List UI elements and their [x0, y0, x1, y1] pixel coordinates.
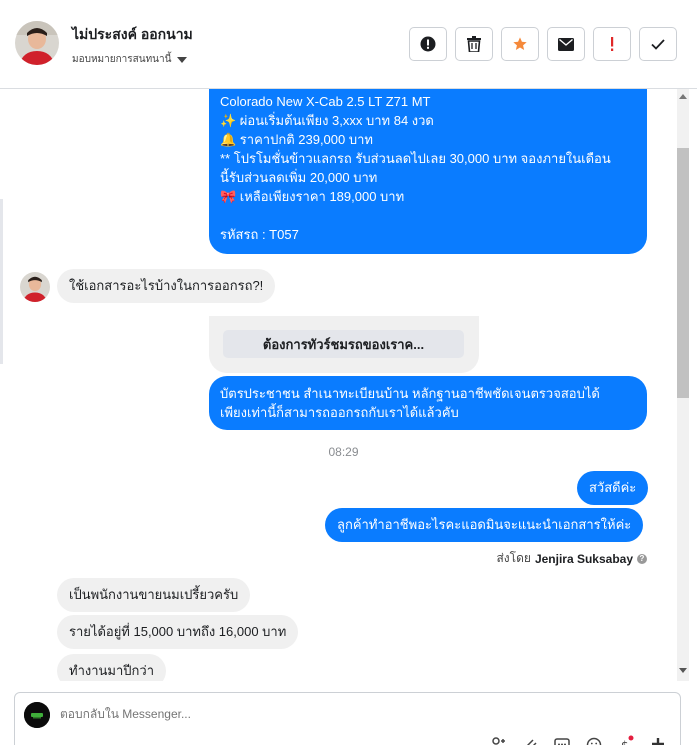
payment-icon[interactable]: $ [617, 735, 635, 745]
scroll-down-arrow-icon[interactable] [679, 668, 687, 673]
composer-tools: $ [489, 735, 667, 745]
sent-by-prefix: ส่งโดย [496, 551, 531, 565]
alert-circle-icon [420, 36, 436, 52]
trash-icon [467, 36, 481, 52]
svg-text:$: $ [621, 739, 629, 745]
header-actions [409, 27, 677, 61]
more-tools-icon[interactable] [649, 735, 667, 745]
promo-spacer [220, 206, 635, 225]
attachment-icon[interactable] [521, 735, 539, 745]
help-icon[interactable]: ? [637, 553, 647, 564]
star-icon [513, 37, 527, 50]
reply-composer: $ [14, 692, 681, 745]
report-button[interactable] [409, 27, 447, 61]
star-button[interactable] [501, 27, 539, 61]
left-divider [0, 199, 3, 364]
promo-line-1: Colorado New X-Cab 2.5 LT Z71 MT [220, 94, 431, 109]
contact-avatar[interactable] [15, 21, 59, 65]
check-icon [651, 38, 665, 50]
composer-area: $ [0, 681, 697, 745]
add-person-icon[interactable] [489, 735, 507, 745]
scrollbar-thumb[interactable] [677, 148, 689, 398]
reply-line-1: บัตรประชาชน สำเนาทะเบียนบ้าน หลักฐานอาชี… [220, 386, 600, 401]
promo-line-3: 🔔 ราคาปกติ 239,000 บาท [220, 132, 373, 147]
scroll-up-arrow-icon[interactable] [679, 94, 687, 99]
conversation-header: ไม่ประสงค์ ออกนาม มอบหมายการสนทนานี้ [0, 0, 697, 89]
incoming-message[interactable]: รายได้อยู่ที่ 15,000 บาทถึง 16,000 บาท [57, 615, 299, 649]
tour-request-button[interactable]: ต้องการทัวร์ชมรถของเราค... [223, 330, 464, 358]
exclamation-icon [611, 37, 614, 51]
promo-message[interactable]: Colorado New X-Cab 2.5 LT Z71 MT ✨ ผ่อนเ… [209, 89, 647, 254]
promo-line-2: ✨ ผ่อนเริ่มต้นเพียง 3,xxx บาท 84 งวด [220, 113, 434, 128]
incoming-message[interactable]: ใช้เอกสารอะไรบ้างในการออกรถ?! [57, 269, 276, 303]
assign-conversation-dropdown[interactable]: มอบหมายการสนทนานี้ [72, 52, 188, 67]
promo-line-5: นี้รับส่วนลดเพิ่ม 20,000 บาท [220, 170, 378, 185]
sent-by-name: Jenjira Suksabay [534, 551, 633, 566]
delete-button[interactable] [455, 27, 493, 61]
saved-replies-icon[interactable] [553, 735, 571, 745]
quick-reply-card: ต้องการทัวร์ชมรถของเราค... [209, 316, 479, 373]
chevron-down-icon [177, 56, 188, 63]
promo-line-6: 🎀 เหลือเพียงราคา 189,000 บาท [220, 189, 405, 204]
incoming-message[interactable]: เป็นพนักงานขายนมเปรี้ยวครับ [57, 578, 251, 612]
contact-avatar-small[interactable] [20, 272, 50, 302]
page-avatar [24, 702, 50, 728]
spam-button[interactable] [593, 27, 631, 61]
mark-unread-button[interactable] [547, 27, 585, 61]
contact-name: ไม่ประสงค์ ออกนาม [72, 26, 193, 42]
incoming-message[interactable]: ทำงานมาปีกว่า [57, 654, 166, 681]
emoji-icon[interactable] [585, 735, 603, 745]
timestamp: 08:29 [328, 445, 359, 459]
envelope-icon [558, 37, 574, 51]
assign-label: มอบหมายการสนทนานี้ [72, 54, 172, 65]
promo-code: รหัสรถ : T057 [220, 227, 299, 242]
sent-by: ส่งโดย Jenjira Suksabay ? [496, 549, 647, 568]
outgoing-documents-message[interactable]: บัตรประชาชน สำเนาทะเบียนบ้าน หลักฐานอาชี… [209, 376, 647, 430]
promo-line-4: ** โปรโมชั่นข้าวแลกรถ รับส่วนลดไปเลย 30,… [220, 151, 611, 166]
message-thread[interactable]: Colorado New X-Cab 2.5 LT Z71 MT ✨ ผ่อนเ… [0, 89, 675, 681]
done-button[interactable] [639, 27, 677, 61]
reply-input[interactable] [60, 707, 460, 721]
reply-line-2: เพียงเท่านี้ก็สามารถออกรถกับเราได้แล้วคั… [220, 405, 459, 420]
outgoing-greeting[interactable]: สวัสดีค่ะ [577, 471, 649, 505]
promo-cutoff-line [220, 89, 635, 92]
outgoing-ask-job[interactable]: ลูกค้าทำอาชีพอะไรคะแอดมินจะแนะนำเอกสารให… [325, 508, 644, 542]
